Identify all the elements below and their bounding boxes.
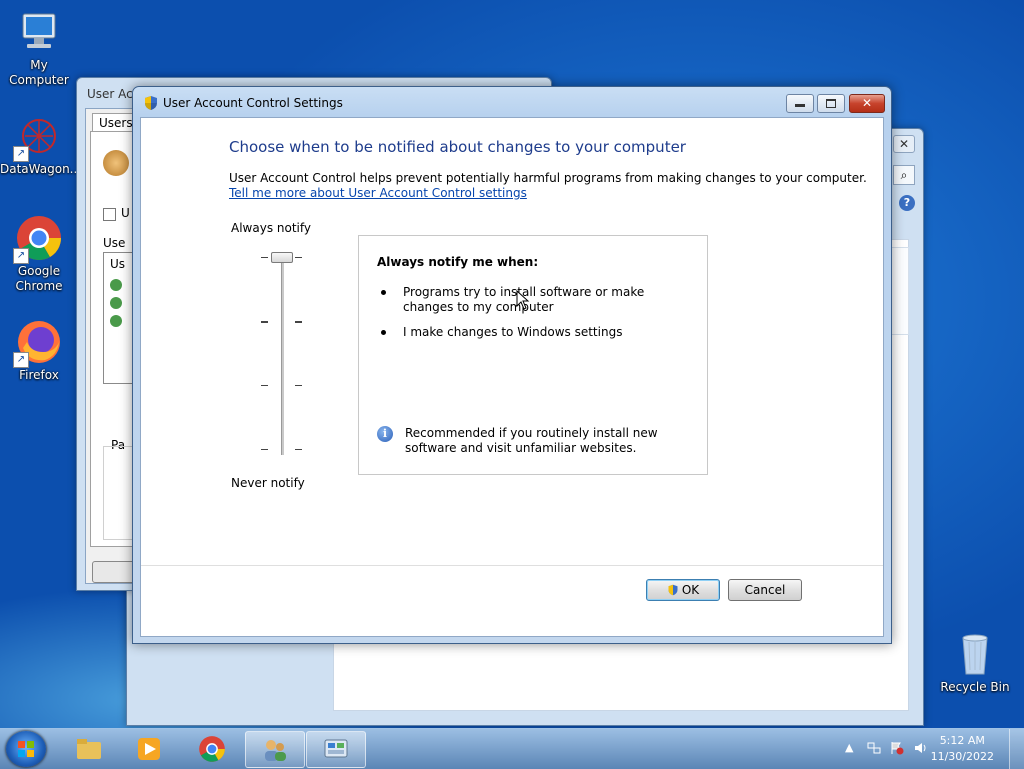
page-title: Choose when to be notified about changes… <box>229 138 686 156</box>
close-icon: ✕ <box>861 96 873 110</box>
desktop-icon-label: Firefox <box>19 368 59 382</box>
uac-shield-icon <box>667 582 679 602</box>
maximize-icon <box>826 99 836 108</box>
recommendation-text: Recommended if you routinely install new… <box>405 426 658 455</box>
section-label: Use <box>103 236 126 250</box>
desktop-icon-label: My Computer <box>9 58 69 87</box>
taskbar-item-explorer[interactable] <box>60 731 118 766</box>
close-button[interactable]: ✕ <box>849 94 885 113</box>
desktop-icon-label: Google Chrome <box>15 264 63 293</box>
slider-top-label: Always notify <box>231 221 311 235</box>
slider-tick <box>261 385 268 386</box>
desktop-icon-label: DataWagon... <box>0 162 82 176</box>
shortcut-arrow-icon: ↗ <box>13 248 29 264</box>
control-panel-icon <box>322 736 350 764</box>
desktop-icon-label: Recycle Bin <box>940 680 1010 694</box>
dialog-content: Choose when to be notified about changes… <box>140 117 884 637</box>
slider-tick <box>295 257 302 258</box>
info-icon: i <box>377 426 393 442</box>
system-clock[interactable]: 5:12 AM 11/30/2022 <box>931 733 994 765</box>
slider-thumb[interactable] <box>271 252 293 263</box>
taskbar-item-user-accounts[interactable] <box>245 731 305 768</box>
divider <box>141 565 883 566</box>
taskbar: ▲ 5:12 AM 11/30/2022 <box>0 728 1024 769</box>
show-desktop-button[interactable] <box>1009 729 1024 769</box>
cancel-button[interactable]: Cancel <box>728 579 802 601</box>
clock-time: 5:12 AM <box>939 734 985 747</box>
users-checkbox[interactable] <box>103 208 116 221</box>
user-row-icon <box>110 297 122 309</box>
taskbar-item-control-panel[interactable] <box>306 731 366 768</box>
firefox-desktop-icon[interactable]: ↗ Firefox <box>0 318 78 383</box>
shortcut-arrow-icon: ↗ <box>13 352 29 368</box>
computer-icon <box>15 8 63 56</box>
user-accounts-icon <box>261 736 289 764</box>
slider-tick <box>261 257 268 258</box>
dialog-title: User Account Control Settings <box>163 96 343 110</box>
datawagon-desktop-icon[interactable]: ↗ DataWagon... <box>0 112 82 177</box>
start-button[interactable] <box>6 731 46 767</box>
chrome-icon: ↗ <box>13 214 63 264</box>
minimize-icon <box>795 104 805 107</box>
slider-tick <box>295 321 302 323</box>
google-chrome-desktop-icon[interactable]: ↗ Google Chrome <box>0 214 78 294</box>
ok-button[interactable]: OK <box>646 579 720 601</box>
minimize-button[interactable] <box>786 94 814 113</box>
list-item-text: I make changes to Windows settings <box>403 325 623 339</box>
slider-tick <box>295 449 302 450</box>
chrome-icon <box>198 735 226 763</box>
shortcut-arrow-icon: ↗ <box>13 146 29 162</box>
close-icon[interactable]: ✕ <box>893 135 915 153</box>
list-item-text: Programs try to install software or make… <box>403 285 645 314</box>
bullet-icon <box>381 330 386 335</box>
desktop: My Computer ↗ DataWagon... ↗ Google Chro… <box>0 0 1024 728</box>
help-icon[interactable]: ? <box>899 195 915 211</box>
slider-tick <box>261 321 268 323</box>
ok-button-label: OK <box>681 583 700 597</box>
windows-logo-icon <box>17 740 35 758</box>
uac-settings-dialog[interactable]: User Account Control Settings ✕ Choose w… <box>132 86 892 644</box>
user-row-icon <box>110 279 122 291</box>
clock-date: 11/30/2022 <box>930 750 994 763</box>
list-header: Us <box>110 257 126 271</box>
slider-tick <box>295 385 302 386</box>
users-icon <box>103 150 129 176</box>
info-title: Always notify me when: <box>377 255 539 269</box>
firefox-icon: ↗ <box>13 318 63 368</box>
learn-more-link[interactable]: Tell me more about User Account Control … <box>229 186 527 200</box>
folder-icon <box>75 735 103 763</box>
description: User Account Control helps prevent poten… <box>229 171 867 185</box>
search-icon[interactable]: ⌕ <box>893 165 915 185</box>
maximize-button[interactable] <box>817 94 845 113</box>
taskbar-item-chrome[interactable] <box>183 731 241 766</box>
user-row-icon <box>110 315 122 327</box>
media-player-icon <box>135 735 163 763</box>
taskbar-item-media-player[interactable] <box>120 731 178 766</box>
datawagon-icon: ↗ <box>13 112 63 162</box>
recycle-bin-icon <box>951 630 999 678</box>
slider-track <box>281 255 284 455</box>
slider-bottom-label: Never notify <box>231 476 305 490</box>
setting-description-panel: Always notify me when: Programs try to i… <box>358 235 708 475</box>
slider-tick <box>261 449 268 450</box>
mouse-cursor-icon <box>516 289 530 313</box>
recycle-bin-desktop-icon[interactable]: Recycle Bin <box>936 630 1014 695</box>
network-icon[interactable] <box>867 741 881 755</box>
uac-shield-icon <box>143 95 159 111</box>
bullet-icon <box>381 290 386 295</box>
volume-icon[interactable] <box>914 741 928 755</box>
checkbox-label: U <box>121 206 130 220</box>
my-computer-desktop-icon[interactable]: My Computer <box>0 8 78 88</box>
action-center-flag-icon[interactable] <box>890 741 904 755</box>
show-hidden-icons-button[interactable]: ▲ <box>845 741 859 755</box>
